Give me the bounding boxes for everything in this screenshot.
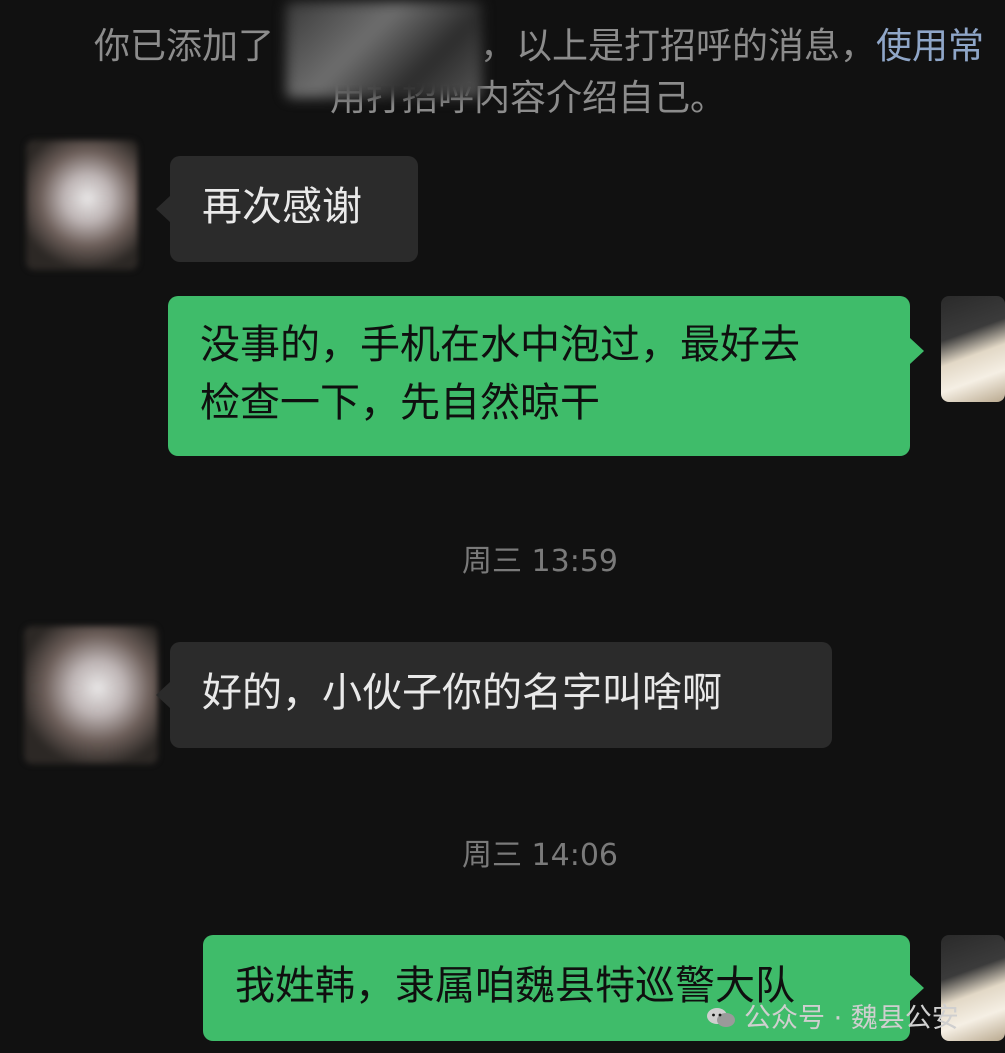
message-text-line2: 检查一下，先自然晾干 xyxy=(200,380,600,426)
notice-link[interactable]: 使用常 xyxy=(876,26,984,67)
message-text: 再次感谢 xyxy=(202,184,362,230)
contact-avatar[interactable] xyxy=(26,140,138,270)
notice-mid: ，以上是打招呼的消息， xyxy=(480,26,877,67)
bubble-tail xyxy=(156,682,170,708)
watermark-text: 公众号 · 魏县公安 xyxy=(744,1003,959,1034)
message-bubble-incoming[interactable]: 再次感谢 xyxy=(170,156,418,262)
wechat-icon xyxy=(707,1008,735,1027)
bubble-tail xyxy=(156,196,170,222)
watermark: 公众号 · 魏县公安 xyxy=(706,996,959,1035)
timestamp: 周三 13:59 xyxy=(462,544,618,579)
redacted-name xyxy=(286,2,482,98)
bubble-tail xyxy=(910,338,924,364)
message-bubble-incoming[interactable]: 好的，小伙子你的名字叫啥啊 xyxy=(170,642,832,748)
contact-avatar[interactable] xyxy=(24,626,158,764)
system-notice-line1: 你已添加了 ，以上是打招呼的消息，使用常 xyxy=(94,18,984,76)
my-avatar[interactable] xyxy=(941,296,1005,402)
timestamp: 周三 14:06 xyxy=(462,838,618,873)
message-text: 好的，小伙子你的名字叫啥啊 xyxy=(202,670,722,716)
message-text-line1: 没事的，手机在水中泡过，最好去 xyxy=(200,322,800,368)
notice-prefix: 你已添加了 xyxy=(94,26,275,67)
message-bubble-outgoing[interactable]: 没事的，手机在水中泡过，最好去 检查一下，先自然晾干 xyxy=(168,296,910,456)
